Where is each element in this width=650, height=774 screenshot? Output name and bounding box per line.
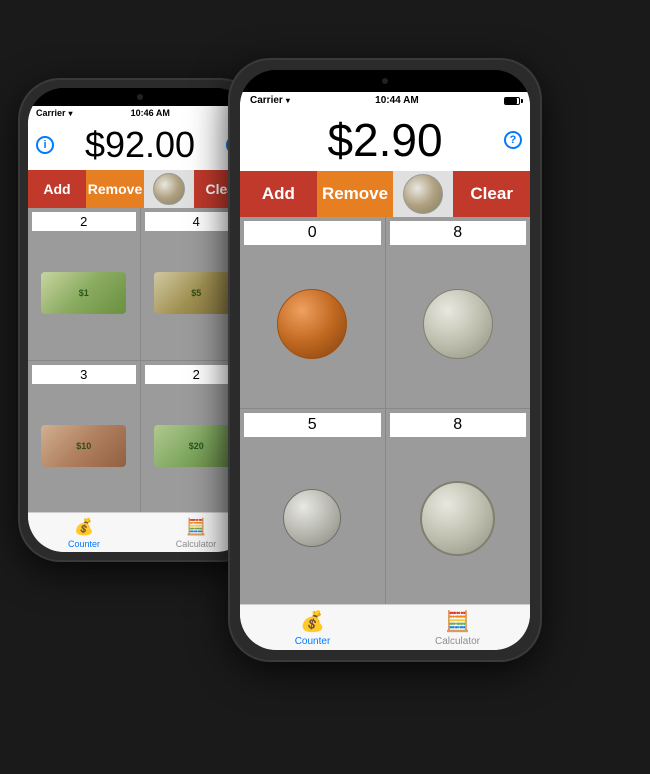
amount-text-large: $2.90: [327, 114, 442, 166]
count-2-small: 3: [32, 365, 136, 384]
bill-5-small: $5: [154, 272, 239, 314]
image-2-large: [244, 437, 381, 601]
count-0-small: 2: [32, 212, 136, 231]
grid-cell-2-small[interactable]: 3 $10: [28, 361, 140, 513]
carrier-large: Carrier: [250, 95, 283, 106]
coin-selector-large[interactable]: [393, 171, 453, 217]
penny-large: [277, 289, 347, 359]
bill-5-label-small: $5: [191, 288, 201, 298]
count-0-large: 0: [244, 221, 381, 245]
grid-large: 0 8 5: [240, 217, 530, 604]
tab-bar-small: 💰 Counter 🧮 Calculator: [28, 512, 252, 552]
image-0-large: [244, 245, 381, 404]
amount-text-small: $92.00: [85, 124, 195, 165]
tab-counter-label-small: Counter: [68, 539, 100, 549]
add-button-large[interactable]: Add: [240, 171, 317, 217]
count-2-large: 5: [244, 413, 381, 437]
image-1-large: [390, 245, 527, 404]
wifi-icon-small: ▾: [69, 109, 73, 118]
tab-counter-label-large: Counter: [295, 636, 331, 647]
tab-calculator-label-large: Calculator: [435, 636, 480, 647]
counter-icon-large: 💰: [300, 609, 325, 634]
phone-small-top: [28, 88, 252, 106]
grid-cell-3-large[interactable]: 8: [386, 409, 531, 605]
bill-1-small: $1: [41, 272, 126, 314]
coin-image-large: [403, 174, 443, 214]
tab-calculator-large[interactable]: 🧮 Calculator: [385, 605, 530, 650]
screen-large: Carrier ▾ 10:44 AM ? $2.90 Add Remov: [240, 92, 530, 650]
coin-image-small: [153, 173, 185, 205]
tab-calculator-label-small: Calculator: [176, 539, 217, 549]
bill-10-small: $10: [41, 425, 126, 467]
remove-button-large[interactable]: Remove: [317, 171, 394, 217]
dime-large: [283, 489, 341, 547]
quarter-large: [420, 481, 495, 556]
grid-cell-0-large[interactable]: 0: [240, 217, 385, 408]
phone-large: Carrier ▾ 10:44 AM ? $2.90 Add Remov: [230, 60, 540, 660]
tab-counter-small[interactable]: 💰 Counter: [28, 513, 140, 552]
count-3-large: 8: [390, 413, 527, 437]
phones-container: Carrier ▾ 10:46 AM i $92.00 ? Add: [0, 0, 650, 774]
nickel-large: [423, 289, 493, 359]
bill-1-label-small: $1: [79, 288, 89, 298]
tab-counter-large[interactable]: 💰 Counter: [240, 605, 385, 650]
grid-cell-1-large[interactable]: 8: [386, 217, 531, 408]
counter-icon-small: 💰: [74, 517, 94, 537]
add-button-small[interactable]: Add: [28, 170, 86, 208]
time-large: 10:44 AM: [375, 95, 419, 106]
status-left-large: Carrier ▾: [250, 95, 290, 106]
phone-small: Carrier ▾ 10:46 AM i $92.00 ? Add: [20, 80, 260, 560]
status-left-small: Carrier ▾: [36, 108, 73, 118]
phone-large-top: [240, 70, 530, 92]
grid-cell-0-small[interactable]: 2 $1: [28, 208, 140, 360]
image-0-small: $1: [32, 231, 136, 356]
status-bar-small: Carrier ▾ 10:46 AM: [28, 106, 252, 120]
amount-display-small: i $92.00 ?: [28, 120, 252, 170]
calculator-icon-large: 🧮: [445, 609, 470, 634]
bill-20-small: $20: [154, 425, 239, 467]
camera-large: [382, 78, 388, 84]
remove-button-small[interactable]: Remove: [86, 170, 144, 208]
carrier-small: Carrier: [36, 108, 66, 118]
info-icon-small[interactable]: i: [36, 136, 54, 154]
grid-small: 2 $1 4 $5: [28, 208, 252, 512]
tab-bar-large: 💰 Counter 🧮 Calculator: [240, 604, 530, 650]
action-bar-small: Add Remove Clear: [28, 170, 252, 208]
bill-20-label-small: $20: [189, 441, 204, 451]
screen-small: Carrier ▾ 10:46 AM i $92.00 ? Add: [28, 106, 252, 552]
amount-display-large: ? $2.90: [240, 109, 530, 171]
grid-cell-2-large[interactable]: 5: [240, 409, 385, 605]
time-small: 10:46 AM: [131, 108, 170, 118]
help-icon-large[interactable]: ?: [504, 131, 522, 149]
image-3-large: [390, 437, 527, 601]
count-1-large: 8: [390, 221, 527, 245]
action-bar-large: Add Remove Clear: [240, 171, 530, 217]
camera-small: [137, 94, 143, 100]
image-2-small: $10: [32, 384, 136, 509]
wifi-icon-large: ▾: [286, 96, 290, 105]
calculator-icon-small: 🧮: [186, 517, 206, 537]
clear-button-large[interactable]: Clear: [453, 171, 530, 217]
bill-10-label-small: $10: [76, 441, 91, 451]
status-bar-large: Carrier ▾ 10:44 AM: [240, 92, 530, 109]
battery-large: [504, 97, 520, 105]
coin-selector-small[interactable]: [144, 170, 194, 208]
